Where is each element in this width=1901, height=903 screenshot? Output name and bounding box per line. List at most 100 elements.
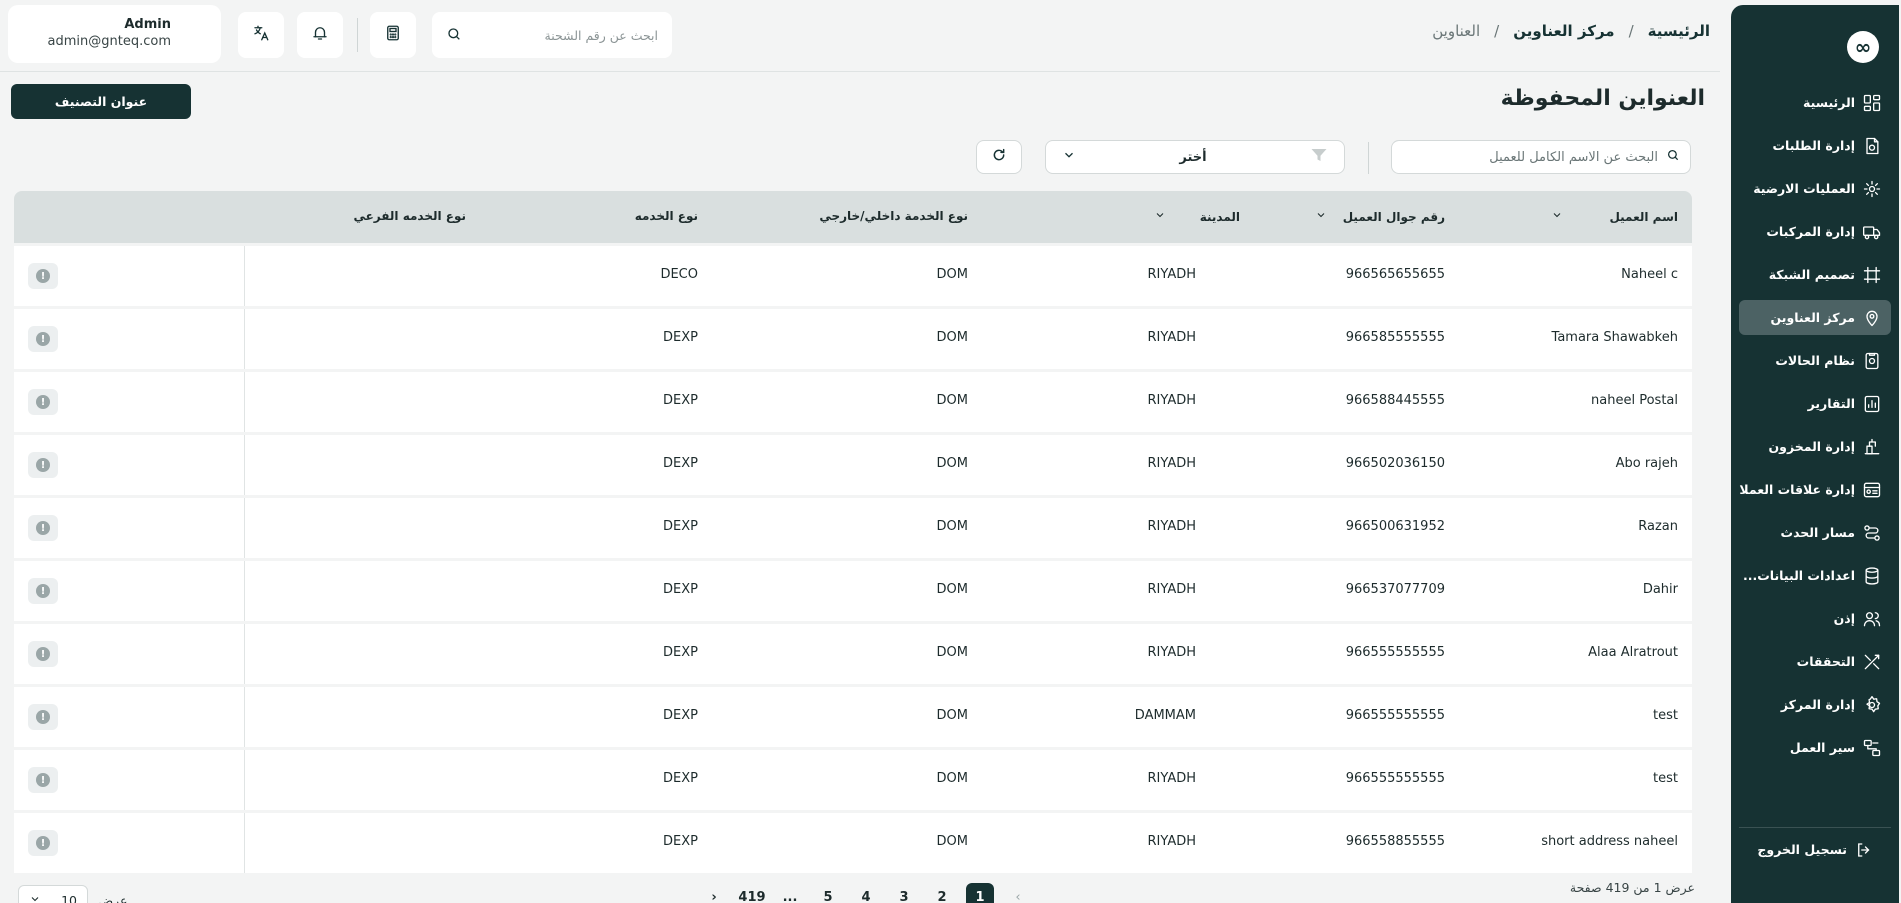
page-button[interactable]: 4: [852, 883, 880, 903]
cell-city: RIYADH: [1147, 834, 1196, 849]
location-icon: [1861, 307, 1883, 329]
calculator-icon: [384, 24, 402, 46]
page-button[interactable]: 1: [966, 883, 994, 903]
table-row[interactable]: Naheel c 966565655655 RIYADH DOM DECO!: [14, 246, 1692, 306]
shipment-search-placeholder: ابحث عن رقم الشحنة: [544, 27, 659, 43]
page-title: العنواين المحفوظة: [1500, 86, 1705, 111]
sidebar-item[interactable]: إدارة المركبات: [1739, 214, 1891, 249]
column-customer-name[interactable]: اسم العميل: [1551, 209, 1678, 224]
table-row[interactable]: Tamara Shawabkeh 966585555555 RIYADH DOM DEX…: [14, 309, 1692, 369]
ground-ops-icon: [1861, 178, 1883, 200]
breadcrumb-separator: /: [1494, 22, 1500, 40]
logout-icon: [1853, 839, 1875, 861]
users-icon: [1861, 608, 1883, 630]
sidebar-item[interactable]: الرئيسية: [1739, 85, 1891, 120]
logo-icon[interactable]: ∞: [1847, 31, 1879, 63]
sidebar-item[interactable]: إدارة الطلبات: [1739, 128, 1891, 163]
cell-city: RIYADH: [1147, 393, 1196, 408]
logout-button[interactable]: تسجيل الخروج: [1745, 832, 1883, 867]
column-city[interactable]: المدينة: [1154, 209, 1240, 224]
row-details-button[interactable]: !: [28, 767, 58, 793]
sidebar-item[interactable]: مركز العناوين: [1739, 300, 1891, 335]
info-icon: !: [36, 836, 50, 850]
notifications-button[interactable]: [297, 12, 343, 58]
inventory-icon: [1861, 436, 1883, 458]
pagination-info: عرض 1 من 419 صفحة: [1569, 880, 1695, 895]
table-row[interactable]: test 966555555555 RIYADH DOM DEXP!: [14, 750, 1692, 810]
sidebar: ∞ الرئيسية إدارة الطلبات العمليات الارضية إ…: [1731, 5, 1899, 903]
page-size-select[interactable]: 10: [18, 885, 88, 903]
table-row[interactable]: test 966555555555 DAMMAM DOM DEXP!: [14, 687, 1692, 747]
route-icon: [1861, 522, 1883, 544]
calculator-button[interactable]: [370, 12, 416, 58]
cell-service-scope: DOM: [936, 393, 968, 408]
breadcrumb-separator: /: [1628, 22, 1634, 40]
filter-icon: [1310, 147, 1328, 167]
table-row[interactable]: Dahir 966537077709 RIYADH DOM DEXP!: [14, 561, 1692, 621]
column-divider: [244, 624, 245, 684]
row-details-button[interactable]: !: [28, 326, 58, 352]
sidebar-item-label: سير العمل: [1789, 740, 1855, 755]
column-sub-service: نوع الخدمه الفرعي: [353, 209, 466, 223]
bell-icon: [311, 24, 329, 46]
column-divider: [244, 309, 245, 369]
page-button[interactable]: 3: [890, 883, 918, 903]
sidebar-item[interactable]: مسار الحدث: [1739, 515, 1891, 550]
breadcrumb-address-center[interactable]: مركز العناوين: [1513, 22, 1614, 40]
sidebar-item[interactable]: إذن: [1739, 601, 1891, 636]
sidebar-item[interactable]: نظام الحالات: [1739, 343, 1891, 378]
cell-service-scope: DOM: [936, 708, 968, 723]
pagination-ellipsis: ...: [782, 889, 798, 903]
row-details-button[interactable]: !: [28, 830, 58, 856]
table-row[interactable]: Razan 966500631952 RIYADH DOM DEXP!: [14, 498, 1692, 558]
translate-icon: [252, 24, 270, 46]
sidebar-item[interactable]: تصميم الشبكة: [1739, 257, 1891, 292]
sidebar-item-label: التحققات: [1796, 654, 1855, 669]
settings-icon: [1861, 694, 1883, 716]
prev-page-button[interactable]: ‹: [1004, 883, 1032, 903]
cell-service-type: DEXP: [663, 771, 698, 786]
page-button[interactable]: 419: [738, 883, 766, 903]
dashboard-icon: [1861, 92, 1883, 114]
classify-address-button[interactable]: عنوان التصنيف: [11, 84, 191, 119]
sidebar-item[interactable]: إدارة المخزون: [1739, 429, 1891, 464]
reports-icon: [1861, 393, 1883, 415]
row-details-button[interactable]: !: [28, 641, 58, 667]
chevron-down-icon: [1062, 148, 1076, 166]
sidebar-item-label: نظام الحالات: [1775, 353, 1855, 368]
refresh-button[interactable]: [976, 140, 1022, 174]
page-button[interactable]: 5: [814, 883, 842, 903]
cell-service-type: DEXP: [663, 330, 698, 345]
row-details-button[interactable]: !: [28, 263, 58, 289]
row-details-button[interactable]: !: [28, 704, 58, 730]
sidebar-item[interactable]: سير العمل: [1739, 730, 1891, 765]
table-row[interactable]: naheel Postal 966588445555 RIYADH DOM DEXP!: [14, 372, 1692, 432]
sidebar-item[interactable]: إدارة علاقات العملاء: [1739, 472, 1891, 507]
row-details-button[interactable]: !: [28, 389, 58, 415]
cell-service-type: DEXP: [663, 708, 698, 723]
page-button[interactable]: 2: [928, 883, 956, 903]
sidebar-item[interactable]: اعدادات البيانات...: [1739, 558, 1891, 593]
customer-name-search-input[interactable]: البحث عن الاسم الكامل للعميل: [1391, 140, 1691, 174]
sidebar-item[interactable]: التقارير: [1739, 386, 1891, 421]
table-row[interactable]: Abo rajeh 966502036150 RIYADH DOM DEXP!: [14, 435, 1692, 495]
language-button[interactable]: [238, 12, 284, 58]
table-row[interactable]: short address naheel 966558855555 RIYADH DO…: [14, 813, 1692, 873]
user-profile[interactable]: Admin admin@gnteq.com: [8, 5, 221, 63]
sidebar-item[interactable]: إدارة المركز: [1739, 687, 1891, 722]
cell-customer-name: Dahir: [1642, 582, 1678, 597]
cell-service-scope: DOM: [936, 519, 968, 534]
shipment-search-input[interactable]: ابحث عن رقم الشحنة: [432, 12, 672, 58]
sidebar-item[interactable]: العمليات الارضية: [1739, 171, 1891, 206]
filter-select[interactable]: أختر: [1045, 140, 1345, 174]
row-details-button[interactable]: !: [28, 578, 58, 604]
sidebar-item[interactable]: التحققات: [1739, 644, 1891, 679]
next-page-button[interactable]: ›: [700, 883, 728, 903]
breadcrumb-home[interactable]: الرئيسية: [1648, 22, 1710, 40]
column-phone[interactable]: رقم جوال العميل: [1315, 209, 1445, 224]
info-icon: !: [36, 395, 50, 409]
table-row[interactable]: Alaa Alratrout 966555555555 RIYADH DOM DEXP!: [14, 624, 1692, 684]
row-details-button[interactable]: !: [28, 515, 58, 541]
row-details-button[interactable]: !: [28, 452, 58, 478]
cell-phone: 966555555555: [1345, 708, 1445, 723]
